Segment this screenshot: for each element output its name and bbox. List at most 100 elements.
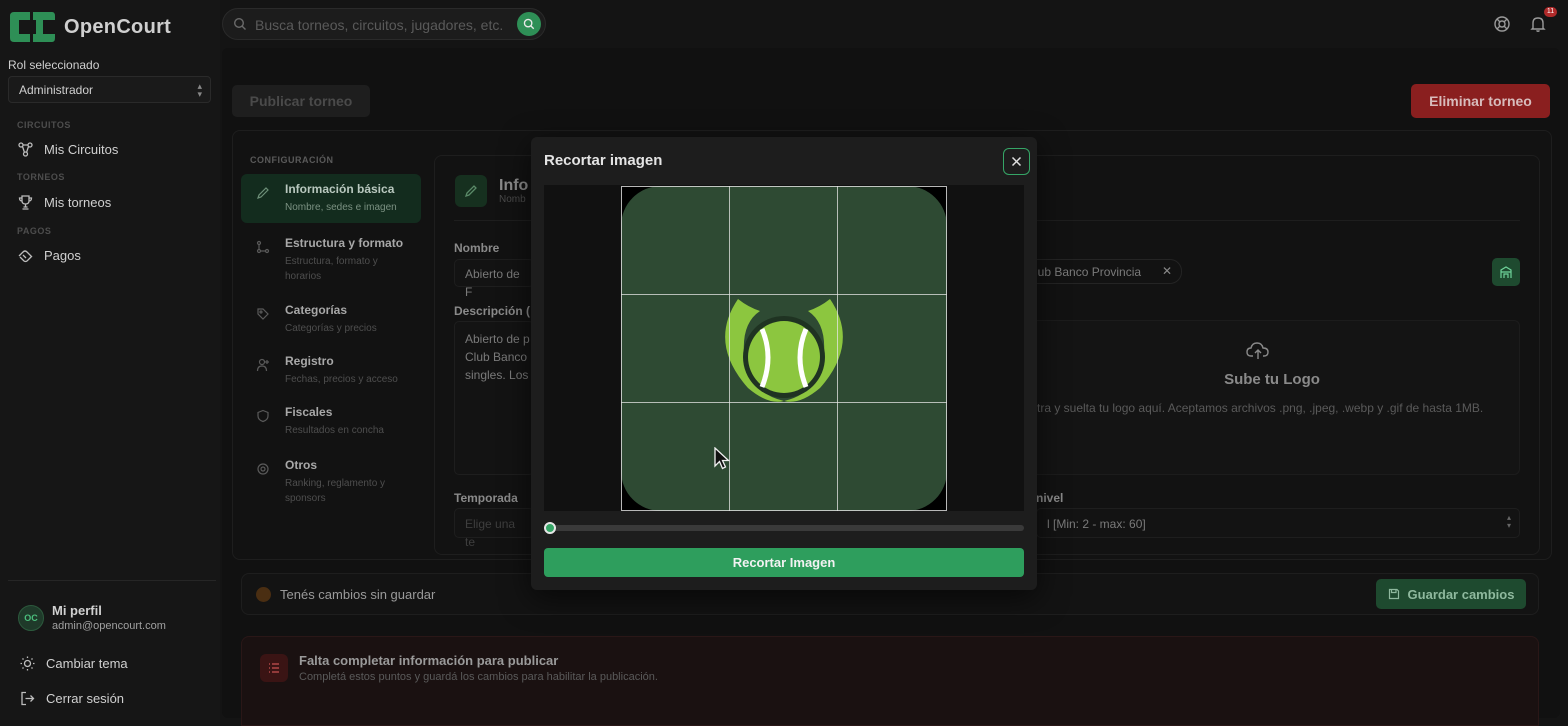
step-title: Información básica	[285, 182, 395, 196]
profile-name: Mi perfil	[52, 603, 102, 618]
theme-toggle-label: Cambiar tema	[46, 656, 128, 671]
sidebar-item-label: Pagos	[44, 248, 81, 263]
logo-dropzone[interactable]: Sube tu Logo stra y suelta tu logo aquí.…	[1024, 320, 1520, 475]
profile-email: admin@opencourt.com	[52, 620, 166, 632]
step-title: Registro	[285, 354, 334, 368]
step-registro[interactable]: Registro Fechas, precios y acceso	[241, 346, 421, 395]
crop-selection-frame[interactable]	[621, 186, 947, 511]
upload-description: stra y suelta tu logo aquí. Aceptamos ar…	[1031, 401, 1484, 415]
crop-canvas[interactable]	[544, 185, 1024, 511]
sidebar-item-pagos[interactable]: Pagos	[17, 247, 81, 264]
add-venue-button[interactable]	[1492, 258, 1520, 286]
notification-badge: 11	[1544, 7, 1557, 17]
building-icon	[1500, 266, 1512, 278]
zoom-slider-track[interactable]	[544, 525, 1024, 531]
section-subtitle: Nomb	[499, 194, 526, 205]
save-changes-button[interactable]: Guardar cambios	[1376, 579, 1526, 609]
support-icon[interactable]	[1493, 15, 1511, 33]
section-icon	[455, 175, 487, 207]
save-icon	[1388, 588, 1399, 600]
zoom-slider-thumb[interactable]	[544, 522, 556, 534]
step-subtitle: Ranking, reglamento y sponsors	[285, 478, 386, 504]
pencil-icon	[464, 185, 477, 198]
structure-icon	[256, 240, 270, 254]
close-icon[interactable]: ✕	[1162, 264, 1172, 278]
search-icon	[523, 18, 535, 30]
sidebar-item-mis-torneos[interactable]: Mis torneos	[17, 194, 111, 211]
app-name: OpenCourt	[64, 15, 172, 38]
delete-tournament-button[interactable]: Eliminar torneo	[1411, 84, 1550, 118]
step-title: Estructura y formato	[285, 236, 404, 250]
name-input[interactable]: Abierto de F	[454, 259, 534, 299]
bell-icon[interactable]	[1529, 15, 1547, 33]
app-logo[interactable]: OpenCourt	[8, 10, 171, 44]
chevron-updown-icon: ▴ ▾	[1506, 513, 1511, 530]
payments-icon	[18, 250, 33, 263]
crop-image	[621, 186, 947, 511]
settings-icon	[257, 463, 269, 475]
description-textarea[interactable]: Abierto de p Club Banco singles. Los	[454, 321, 534, 475]
step-subtitle: Fechas, precios y acceso	[285, 374, 398, 385]
avatar: OC	[18, 604, 44, 631]
role-select-value: Administrador	[19, 83, 94, 97]
step-subtitle: Nombre, sedes e imagen	[285, 202, 397, 213]
level-label: nivel	[1036, 491, 1064, 505]
sidebar-item-label: Mis torneos	[44, 195, 112, 210]
list-check-icon	[260, 654, 288, 682]
name-label: Nombre	[454, 241, 500, 255]
section-title: Info	[499, 177, 529, 194]
section-label-circuitos: CIRCUITOS	[17, 120, 71, 130]
step-title: Categorías	[285, 303, 348, 317]
circuit-icon	[18, 142, 33, 157]
chevron-updown-icon: ▴ ▾	[197, 81, 202, 99]
step-informacion-basica[interactable]: Información básica Nombre, sedes e image…	[241, 174, 421, 223]
step-fiscales[interactable]: Fiscales Resultados en concha	[241, 397, 421, 446]
logout-icon	[21, 691, 35, 706]
user-add-icon	[256, 358, 269, 372]
upload-title: Sube tu Logo	[1224, 371, 1320, 388]
alert-title: Falta completar información para publica…	[299, 653, 559, 668]
pencil-icon	[257, 187, 269, 199]
step-title: Fiscales	[285, 405, 333, 419]
config-label: CONFIGURACIÓN	[250, 155, 334, 165]
search-placeholder[interactable]: Busca torneos, circuitos, jugadores, etc…	[255, 17, 503, 33]
zoom-slider[interactable]	[544, 522, 1024, 534]
description-label: Descripción (	[454, 304, 531, 318]
sidebar-divider	[8, 580, 216, 581]
step-estructura[interactable]: Estructura y formato Estructura, formato…	[241, 228, 421, 292]
profile-link[interactable]: OC Mi perfil admin@opencourt.com	[18, 603, 166, 632]
crop-image-button[interactable]: Recortar Imagen	[544, 548, 1024, 577]
step-subtitle: Resultados en concha	[285, 425, 384, 436]
modal-title: Recortar imagen	[544, 152, 663, 169]
role-select[interactable]: Administrador ▴ ▾	[8, 76, 211, 103]
step-categorias[interactable]: Categorías Categorías y precios	[241, 295, 421, 344]
step-subtitle: Categorías y precios	[285, 323, 377, 334]
search-icon	[233, 17, 246, 30]
role-label: Rol seleccionado	[8, 58, 100, 72]
step-subtitle: Estructura, formato y horarios	[285, 256, 378, 282]
list-icon	[269, 663, 279, 673]
level-select[interactable]: l [Min: 2 - max: 60] ▴ ▾	[1036, 508, 1520, 538]
opencourt-logo-icon	[10, 12, 55, 42]
logout-button[interactable]: Cerrar sesión	[19, 690, 124, 707]
theme-toggle[interactable]: Cambiar tema	[19, 655, 128, 672]
global-search[interactable]: Busca torneos, circuitos, jugadores, etc…	[222, 8, 546, 40]
modal-close-button[interactable]	[1003, 148, 1030, 175]
season-select[interactable]: Elige una te	[454, 508, 534, 549]
trophy-icon	[18, 195, 33, 210]
venue-chip[interactable]: lub Banco Provincia ✕	[1024, 259, 1182, 284]
step-otros[interactable]: Otros Ranking, reglamento y sponsors	[241, 450, 421, 514]
publish-tournament-button[interactable]: Publicar torneo	[232, 85, 370, 117]
section-label-torneos: TORNEOS	[17, 172, 65, 182]
sidebar-item-mis-circuitos[interactable]: Mis Circuitos	[17, 141, 118, 158]
close-icon	[1011, 156, 1022, 167]
sidebar-item-label: Mis Circuitos	[44, 142, 119, 157]
section-label-pagos: PAGOS	[17, 226, 52, 236]
shield-icon	[257, 409, 269, 423]
step-title: Otros	[285, 458, 318, 472]
save-changes-label: Guardar cambios	[1407, 586, 1515, 602]
warning-icon	[256, 587, 271, 602]
mouse-cursor-icon	[714, 447, 730, 470]
season-label: Temporada	[454, 491, 518, 505]
search-submit-button[interactable]	[517, 12, 541, 36]
